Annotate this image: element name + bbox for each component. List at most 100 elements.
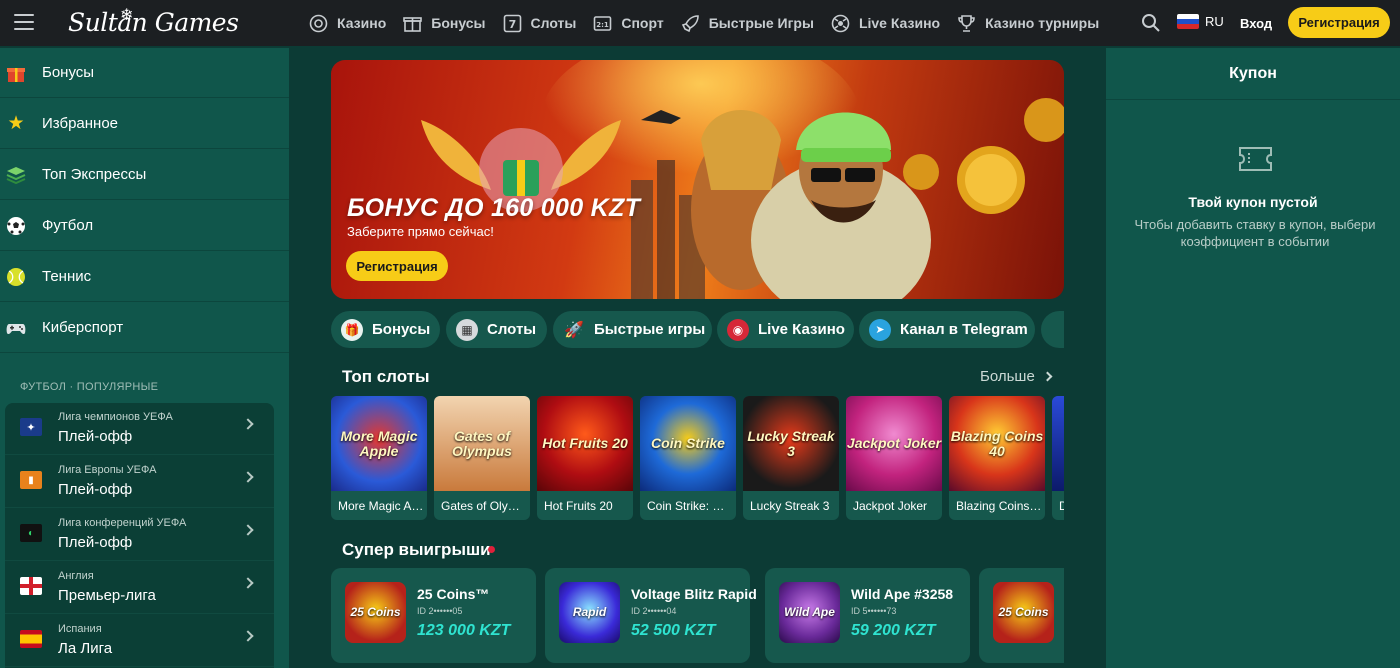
uel-icon: ▮ [20, 471, 42, 489]
snowflake-icon: ❄ [120, 5, 133, 24]
sidebar-item-favorites[interactable]: ★ Избранное [0, 99, 289, 149]
promo-banner[interactable]: БОНУС ДО 160 000 KZT Заберите прямо сейч… [331, 60, 1064, 299]
gift-icon: 🎁 [341, 318, 363, 341]
slot-art: Lucky Streak 3 [743, 396, 839, 491]
slot-icon: ▦ [456, 318, 478, 341]
spain-flag-icon [20, 630, 42, 648]
language-selector[interactable]: RU [1177, 14, 1224, 29]
chip-slots[interactable]: ▦ Слоты [446, 311, 547, 348]
chip-more[interactable] [1041, 311, 1064, 348]
soccer-ball-icon [5, 215, 27, 237]
slot-card[interactable]: Blazing Coins 40 Blazing Coins 40 [949, 396, 1045, 520]
slot-card[interactable]: D [1052, 396, 1064, 520]
nav-slots[interactable]: 7 Слоты [503, 0, 576, 46]
chevron-right-icon [242, 418, 254, 430]
coupon-empty-description: Чтобы добавить ставку в купон, выбери ко… [1134, 217, 1376, 249]
win-card[interactable]: Wild Ape Wild Ape #3258 ID 5••••••73 59 … [765, 568, 970, 663]
chevron-right-icon [242, 471, 254, 483]
coupon-panel: Купон Твой купон пустой Чтобы добавить с… [1106, 48, 1400, 668]
slot-art: Jackpot Joker [846, 396, 942, 491]
england-flag-icon [20, 577, 42, 595]
live-chip-icon [831, 14, 850, 33]
sidebar-item-football[interactable]: Футбол [0, 201, 289, 251]
ucl-icon: ✦ [20, 418, 42, 436]
sidebar-item-top-express[interactable]: Топ Экспрессы [0, 150, 289, 200]
svg-text:7: 7 [508, 18, 516, 31]
banner-subtitle: Заберите прямо сейчас! [347, 224, 494, 239]
game-thumb: 25 Coins [345, 582, 406, 643]
league-premier-league[interactable]: Англия Премьер-лига [5, 562, 274, 614]
super-wins-row: 25 Coins 25 Coins™ ID 2••••••05 123 000 … [331, 568, 1064, 668]
live-indicator-icon [488, 546, 495, 553]
game-thumb: Wild Ape [779, 582, 840, 643]
chevron-right-icon [242, 524, 254, 536]
trophy-icon [957, 14, 976, 33]
register-button[interactable]: Регистрация [1288, 7, 1390, 38]
banner-title: БОНУС ДО 160 000 KZT [347, 194, 641, 222]
league-ucl[interactable]: ✦ Лига чемпионов УЕФА Плей-офф [5, 403, 274, 455]
top-slots-row: More Magic Apple More Magic Apple Gates … [331, 396, 1064, 520]
sidebar-item-bonuses[interactable]: Бонусы [0, 48, 289, 98]
slot-card[interactable]: Coin Strike Coin Strike: Hold and Win [640, 396, 736, 520]
rocket-icon: 🚀 [564, 321, 584, 339]
chip-fast-games[interactable]: 🚀 Быстрые игры [553, 311, 712, 348]
league-la-liga[interactable]: Испания Ла Лига [5, 615, 274, 667]
stack-icon [5, 164, 27, 186]
chip-telegram[interactable]: ➤ Канал в Telegram [859, 311, 1035, 348]
slot-card[interactable]: Lucky Streak 3 Lucky Streak 3 [743, 396, 839, 520]
super-wins-title: Супер выигрыши [342, 540, 491, 559]
popular-leagues-list: ✦ Лига чемпионов УЕФА Плей-офф ▮ Лига Ев… [5, 403, 274, 668]
ticket-icon [1237, 145, 1274, 173]
login-button[interactable]: Вход [1230, 9, 1282, 37]
chevron-right-icon [242, 630, 254, 642]
game-thumb: Rapid [559, 582, 620, 643]
chip-live-casino[interactable]: ◉ Live Казино [717, 311, 854, 348]
chevron-right-icon [1042, 371, 1053, 382]
win-card[interactable]: Rapid Voltage Blitz Rapid ID 2••••••04 5… [545, 568, 757, 663]
slot-seven-icon: 7 [503, 14, 522, 33]
slot-card[interactable]: Gates of Olympus Gates of Olympus Super … [434, 396, 530, 520]
win-card[interactable]: 25 Coins 25 Coins™ ID 2••••••05 123 000 … [331, 568, 536, 663]
russia-flag-icon [1177, 14, 1199, 29]
sidebar: Бонусы ★ Избранное Топ Экспрессы Футбол … [0, 48, 289, 668]
rocket-icon [681, 14, 700, 33]
coupon-title: Купон [1106, 48, 1400, 100]
casino-chip-icon [309, 14, 328, 33]
sidebar-item-tennis[interactable]: Теннис [0, 252, 289, 302]
top-slots-title: Топ слоты [342, 367, 430, 386]
uecl-icon: ◐ [20, 524, 42, 542]
nav-sport[interactable]: 2:1 Спорт [593, 0, 664, 46]
top-slots-more-link[interactable]: Больше [980, 368, 1053, 385]
game-thumb: 25 Coins [993, 582, 1054, 643]
banner-register-button[interactable]: Регистрация [346, 251, 448, 281]
slot-art: More Magic Apple [331, 396, 427, 491]
nav-live-casino[interactable]: Live Казино [831, 0, 940, 46]
tennis-ball-icon [5, 266, 27, 288]
chip-bonuses[interactable]: 🎁 Бонусы [331, 311, 440, 348]
coupon-empty-title: Твой купон пустой [1188, 194, 1318, 210]
gift-icon [403, 14, 423, 33]
gamepad-icon [5, 317, 27, 339]
logo[interactable]: ❄ Sultan Games [68, 5, 239, 40]
menu-icon[interactable] [14, 14, 34, 30]
league-uecl[interactable]: ◐ Лига конференций УЕФА Плей-офф [5, 509, 274, 561]
slot-card[interactable]: Jackpot Joker Jackpot Joker [846, 396, 942, 520]
league-uel[interactable]: ▮ Лига Европы УЕФА Плей-офф [5, 456, 274, 508]
slot-card[interactable]: More Magic Apple More Magic Apple [331, 396, 427, 520]
nav-casino[interactable]: Казино [309, 0, 386, 46]
category-chips: 🎁 Бонусы ▦ Слоты 🚀 Быстрые игры ◉ Live К… [331, 311, 1064, 348]
nav-fast-games[interactable]: Быстрые Игры [681, 0, 814, 46]
main-nav: Казино Бонусы 7 Слоты 2:1 Спорт Быстрые … [309, 0, 1116, 46]
slot-card[interactable]: Hot Fruits 20 Hot Fruits 20 [537, 396, 633, 520]
slot-art [1052, 396, 1064, 491]
gift-icon [5, 62, 27, 84]
search-icon[interactable] [1141, 13, 1161, 33]
slot-art: Blazing Coins 40 [949, 396, 1045, 491]
win-card[interactable]: 25 Coins [979, 568, 1064, 663]
sidebar-item-esports[interactable]: Киберспорт [0, 303, 289, 353]
nav-bonuses[interactable]: Бонусы [403, 0, 486, 46]
nav-casino-tournaments[interactable]: Казино турниры [957, 0, 1099, 46]
telegram-icon: ➤ [869, 318, 891, 341]
live-chip-icon: ◉ [727, 318, 749, 341]
slot-art: Gates of Olympus [434, 396, 530, 491]
